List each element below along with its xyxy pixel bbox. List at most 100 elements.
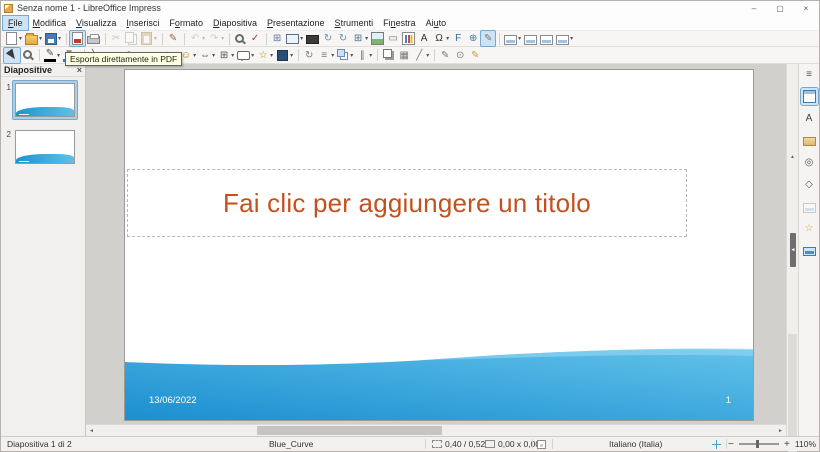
close-button[interactable]: × xyxy=(793,1,819,15)
status-cursor-position[interactable]: 0,40 / 0,52 xyxy=(432,437,485,451)
arrange-dropdown-icon[interactable]: ▾ xyxy=(350,52,353,59)
tab-properties-button[interactable] xyxy=(801,88,818,105)
tab-shapes-button[interactable]: ◇ xyxy=(801,176,818,193)
spelling-button[interactable]: ✓ xyxy=(248,31,262,46)
arrange-button[interactable]: ▾ xyxy=(336,48,354,63)
tab-gallery-button[interactable] xyxy=(801,132,818,149)
menu-inserisci[interactable]: Inserisci xyxy=(121,16,164,30)
insert-table-dropdown-icon[interactable]: ▾ xyxy=(365,35,368,42)
slide-page-number[interactable]: 1 xyxy=(726,395,731,406)
line-color-dropdown-icon[interactable]: ▾ xyxy=(57,52,60,59)
thumbnail-frame[interactable] xyxy=(13,128,77,166)
menu-diapositiva[interactable]: Diapositiva xyxy=(208,16,262,30)
save-button[interactable]: ▾ xyxy=(44,31,62,46)
shadow-button[interactable] xyxy=(381,48,396,63)
start-from-first-slide-button[interactable] xyxy=(305,31,320,46)
callouts-button[interactable]: ▾ xyxy=(236,48,255,63)
line-style-button[interactable]: ╱▾ xyxy=(412,48,430,63)
special-character-dropdown-icon[interactable]: ▾ xyxy=(446,35,449,42)
freeform-line-button[interactable]: ✎ xyxy=(468,48,482,63)
display-views-button[interactable]: ▾ xyxy=(285,31,304,46)
zoom-in-button[interactable]: + xyxy=(783,439,791,450)
select-button[interactable] xyxy=(4,48,20,63)
header-footer-button[interactable]: ▾ xyxy=(503,31,522,46)
menu-strumenti[interactable]: Strumenti xyxy=(330,16,379,30)
distribution-button[interactable]: ∥▾ xyxy=(355,48,373,63)
horizontal-scroll-thumb[interactable] xyxy=(257,426,442,435)
edit-points-button[interactable]: ✎ xyxy=(438,48,452,63)
line-style-dropdown-icon[interactable]: ▾ xyxy=(426,52,429,59)
rotate-button[interactable]: ↻ xyxy=(302,48,316,63)
fit-slide-icon[interactable] xyxy=(711,439,722,450)
sidebar-menu-button[interactable]: ≡ xyxy=(801,66,818,83)
status-language[interactable]: Italiano (Italia) xyxy=(609,437,662,451)
insert-image-button[interactable] xyxy=(370,31,385,46)
scroll-left-icon[interactable]: ◄ xyxy=(86,425,97,436)
menu-formato[interactable]: Formato xyxy=(164,16,208,30)
display-grid-button[interactable]: ⊞ xyxy=(270,31,284,46)
insert-field-button[interactable]: ▾ xyxy=(555,31,574,46)
header-footer-dropdown-icon[interactable]: ▾ xyxy=(518,35,521,42)
stars-banners-button[interactable]: ☆▾ xyxy=(256,48,274,63)
slide-transition-button[interactable]: ↻ xyxy=(336,31,350,46)
insert-chart-button[interactable] xyxy=(401,31,416,46)
glue-points-button[interactable]: ⊙ xyxy=(453,48,467,63)
open-file-dropdown-icon[interactable]: ▾ xyxy=(39,35,42,42)
insert-date-button[interactable] xyxy=(539,31,554,46)
clone-formatting-button[interactable]: ✎ xyxy=(166,31,180,46)
minimize-button[interactable]: – xyxy=(741,1,767,15)
slide-thumbnail-2[interactable]: 2 xyxy=(1,128,85,166)
print-button[interactable] xyxy=(86,31,101,46)
menu-presentazione[interactable]: Presentazione xyxy=(262,16,330,30)
slide-date[interactable]: 13/06/2022 xyxy=(149,395,197,406)
find-replace-button[interactable] xyxy=(233,31,247,46)
zoom-pan-button[interactable] xyxy=(21,48,35,63)
symbol-shapes-dropdown-icon[interactable]: ▾ xyxy=(193,52,196,59)
scroll-up-icon[interactable]: ▲ xyxy=(787,64,798,250)
redo-dropdown-icon[interactable]: ▾ xyxy=(221,35,224,42)
slide-canvas[interactable]: Fai clic per aggiungere un titolo 13/06/… xyxy=(124,69,754,421)
horizontal-scroll-track[interactable] xyxy=(97,425,775,436)
align-objects-button[interactable]: ≡▾ xyxy=(317,48,335,63)
flowchart-dropdown-icon[interactable]: ▾ xyxy=(231,52,234,59)
insert-field-dropdown-icon[interactable]: ▾ xyxy=(570,35,573,42)
align-objects-dropdown-icon[interactable]: ▾ xyxy=(331,52,334,59)
start-from-current-slide-button[interactable]: ↻ xyxy=(321,31,335,46)
block-arrows-button[interactable]: ⇔▾ xyxy=(198,48,216,63)
zoom-out-button[interactable]: − xyxy=(727,439,735,450)
fontwork-button[interactable]: F xyxy=(451,31,465,46)
tab-styles-button[interactable]: A xyxy=(801,110,818,127)
hyperlink-button[interactable]: ⊕ xyxy=(466,31,480,46)
tab-master-slides-button[interactable] xyxy=(801,242,818,259)
new-document-button[interactable]: ▾ xyxy=(4,31,23,46)
stars-banners-dropdown-icon[interactable]: ▾ xyxy=(270,52,273,59)
horizontal-scrollbar[interactable]: ◄ ► xyxy=(86,424,786,436)
block-arrows-dropdown-icon[interactable]: ▾ xyxy=(212,52,215,59)
undo-dropdown-icon[interactable]: ▾ xyxy=(202,35,205,42)
scroll-right-icon[interactable]: ► xyxy=(775,425,786,436)
show-draw-functions-button[interactable]: ✎ xyxy=(481,31,495,46)
maximize-button[interactable]: ▢ xyxy=(767,1,793,15)
title-placeholder[interactable]: Fai clic per aggiungere un titolo xyxy=(127,169,687,237)
callouts-dropdown-icon[interactable]: ▾ xyxy=(251,52,254,59)
paste-dropdown-icon[interactable]: ▾ xyxy=(154,35,157,42)
insert-text-box-button[interactable]: A xyxy=(417,31,431,46)
thumbnail-frame[interactable] xyxy=(13,81,77,119)
insert-frame-button[interactable]: ▭ xyxy=(386,31,400,46)
insert-table-button[interactable]: ⊞▾ xyxy=(351,31,369,46)
distribution-dropdown-icon[interactable]: ▾ xyxy=(369,52,372,59)
insert-slide-number-button[interactable] xyxy=(523,31,538,46)
menu-aiuto[interactable]: Aiuto xyxy=(421,16,452,30)
vertical-scroll-thumb[interactable] xyxy=(788,334,797,452)
3d-objects-dropdown-icon[interactable]: ▾ xyxy=(290,52,293,59)
zoom-slider[interactable] xyxy=(739,443,779,445)
menu-file[interactable]: File xyxy=(3,16,28,30)
save-dropdown-icon[interactable]: ▾ xyxy=(58,35,61,42)
copy-button[interactable] xyxy=(124,31,138,46)
cut-button[interactable]: ✂ xyxy=(109,31,123,46)
image-filter-button[interactable]: ▦ xyxy=(397,48,411,63)
zoom-slider-thumb[interactable] xyxy=(756,440,759,448)
tab-navigator-button[interactable]: ◎ xyxy=(801,154,818,171)
new-document-dropdown-icon[interactable]: ▾ xyxy=(19,35,22,42)
3d-objects-button[interactable]: ▾ xyxy=(275,48,294,63)
